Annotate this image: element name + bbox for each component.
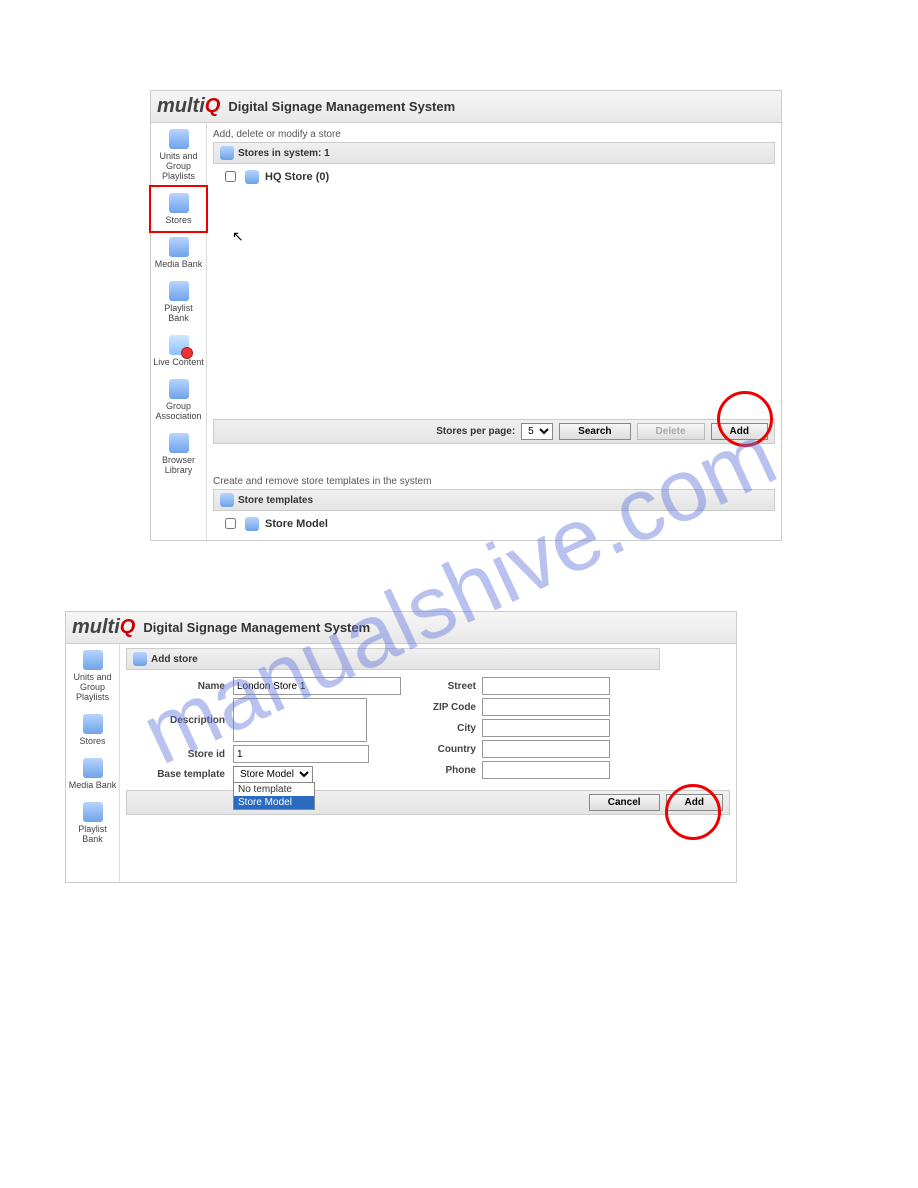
- sidebar-item-playlist-bank[interactable]: Playlist Bank: [151, 275, 206, 329]
- template-dropdown-list: No template Store Model: [233, 782, 315, 810]
- sidebar-item-stores[interactable]: Stores: [66, 708, 119, 752]
- dropdown-option[interactable]: No template: [234, 783, 314, 796]
- sidebar-item-units[interactable]: Units and Group Playlists: [151, 123, 206, 187]
- description-label: Description: [130, 715, 233, 726]
- country-label: Country: [421, 744, 482, 755]
- logo: multiQ: [157, 95, 220, 118]
- city-field[interactable]: [482, 719, 610, 737]
- template-name: Store Model: [265, 518, 328, 530]
- playlist-icon: [169, 281, 189, 301]
- screenshot-2: multiQ Digital Signage Management System…: [65, 611, 737, 883]
- cancel-button[interactable]: Cancel: [589, 794, 660, 811]
- stores-icon: [83, 714, 103, 734]
- sidebar-item-media-bank[interactable]: Media Bank: [66, 752, 119, 796]
- template-icon: [245, 517, 259, 531]
- sidebar-item-playlist-bank[interactable]: Playlist Bank: [66, 796, 119, 850]
- country-field[interactable]: [482, 740, 610, 758]
- media-icon: [83, 758, 103, 778]
- zip-field[interactable]: [482, 698, 610, 716]
- app-header: multiQ Digital Signage Management System: [151, 91, 781, 123]
- name-label: Name: [130, 681, 233, 692]
- dropdown-option-selected[interactable]: Store Model: [234, 796, 314, 809]
- per-page-label: Stores per page:: [436, 426, 515, 437]
- sidebar-item-browser-library[interactable]: Browser Library: [151, 427, 206, 481]
- store-id-field[interactable]: [233, 745, 369, 763]
- stores-header-icon: [220, 146, 234, 160]
- live-icon: [169, 335, 189, 355]
- store-checkbox[interactable]: [225, 171, 236, 182]
- sidebar-item-stores[interactable]: Stores: [149, 185, 208, 233]
- browser-icon: [169, 433, 189, 453]
- street-field[interactable]: [482, 677, 610, 695]
- group-icon: [169, 379, 189, 399]
- units-icon: [169, 129, 189, 149]
- description-field[interactable]: [233, 698, 367, 742]
- add-store-panel-header: Add store: [126, 648, 660, 670]
- main-content: Add, delete or modify a store Stores in …: [207, 123, 781, 540]
- page-title: Digital Signage Management System: [228, 99, 455, 114]
- store-name: HQ Store (0): [265, 171, 329, 183]
- delete-button: Delete: [637, 423, 705, 440]
- base-template-label: Base template: [130, 769, 233, 780]
- phone-label: Phone: [421, 765, 482, 776]
- street-label: Street: [421, 681, 482, 692]
- page-title: Digital Signage Management System: [143, 620, 370, 635]
- sidebar: Units and Group Playlists Stores Media B…: [66, 644, 120, 882]
- stores-panel-header: Stores in system: 1: [213, 142, 775, 164]
- instruction-text: Add, delete or modify a store: [213, 127, 775, 142]
- per-page-select[interactable]: 5: [521, 423, 553, 440]
- sidebar: Units and Group Playlists Stores Media B…: [151, 123, 207, 540]
- add-button[interactable]: Add: [666, 794, 723, 811]
- zip-label: ZIP Code: [421, 702, 482, 713]
- city-label: City: [421, 723, 482, 734]
- template-row[interactable]: Store Model: [213, 511, 775, 536]
- base-template-select[interactable]: Store Model: [233, 766, 313, 783]
- playlist-icon: [83, 802, 103, 822]
- screenshot-1: multiQ Digital Signage Management System…: [150, 90, 782, 541]
- store-id-label: Store id: [130, 749, 233, 760]
- units-icon: [83, 650, 103, 670]
- add-store-icon: [133, 652, 147, 666]
- sidebar-item-units[interactable]: Units and Group Playlists: [66, 644, 119, 708]
- name-field[interactable]: [233, 677, 401, 695]
- add-button[interactable]: Add: [711, 423, 768, 440]
- templates-panel-header: Store templates: [213, 489, 775, 511]
- app-header: multiQ Digital Signage Management System: [66, 612, 736, 644]
- store-icon: [245, 170, 259, 184]
- media-icon: [169, 237, 189, 257]
- store-row[interactable]: HQ Store (0): [213, 164, 775, 189]
- stores-icon: [169, 193, 189, 213]
- cursor-icon: ↖: [232, 228, 244, 245]
- search-button[interactable]: Search: [559, 423, 630, 440]
- main-content: Add store Name Description Store id Base…: [120, 644, 736, 882]
- stores-toolbar: Stores per page: 5 Search Delete Add: [213, 419, 775, 444]
- logo: multiQ: [72, 616, 135, 639]
- sidebar-item-group-association[interactable]: Group Association: [151, 373, 206, 427]
- templates-header-icon: [220, 493, 234, 507]
- template-checkbox[interactable]: [225, 518, 236, 529]
- sidebar-item-media-bank[interactable]: Media Bank: [151, 231, 206, 275]
- form-toolbar: Cancel Add: [126, 790, 730, 815]
- templates-note: Create and remove store templates in the…: [213, 474, 775, 489]
- sidebar-item-live-content[interactable]: Live Content: [151, 329, 206, 373]
- phone-field[interactable]: [482, 761, 610, 779]
